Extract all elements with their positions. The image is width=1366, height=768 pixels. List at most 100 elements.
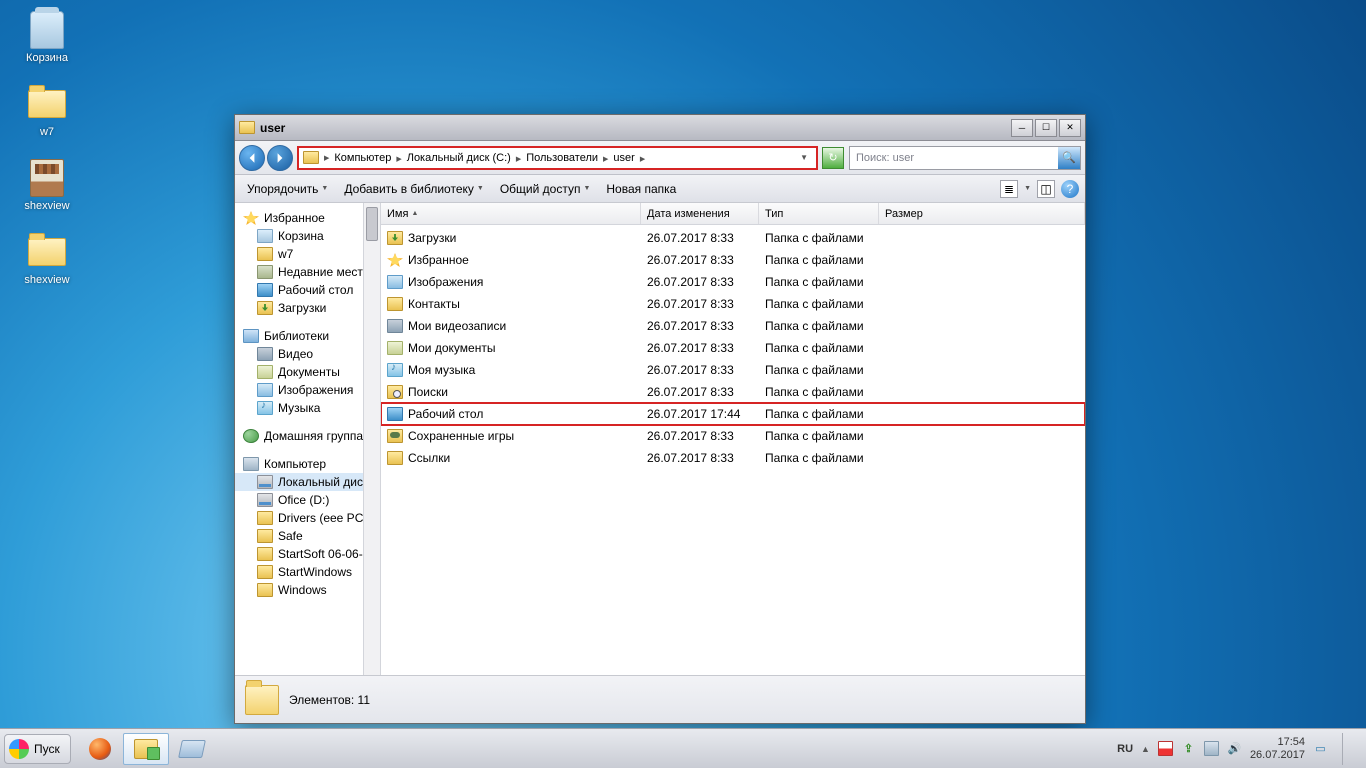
hdd-icon <box>257 475 273 489</box>
desk-icon <box>387 407 403 421</box>
pc-icon <box>243 457 259 471</box>
taskbar-explorer[interactable] <box>123 733 169 765</box>
file-type: Папка с файлами <box>759 363 879 377</box>
forward-button[interactable] <box>267 145 293 171</box>
action-center-icon[interactable] <box>1158 741 1173 756</box>
address-bar[interactable]: ▶ Компьютер▶Локальный диск (C:)▶Пользова… <box>297 146 818 170</box>
language-indicator[interactable]: RU <box>1117 743 1133 755</box>
game-icon <box>387 429 403 443</box>
column-size[interactable]: Размер <box>879 203 1085 224</box>
add-to-library-button[interactable]: Добавить в библиотеку▼ <box>338 179 489 199</box>
close-button[interactable]: ✕ <box>1059 119 1081 137</box>
nav-item[interactable]: Недавние места <box>235 263 380 281</box>
navigation-pane: ИзбранноеКорзинаw7Недавние местаРабочий … <box>235 203 381 675</box>
safely-remove-icon[interactable]: ⇪ <box>1181 741 1196 756</box>
nav-item[interactable]: Музыка <box>235 399 380 417</box>
file-row[interactable]: Загрузки 26.07.2017 8:33 Папка с файлами <box>381 227 1085 249</box>
nav-group-libraries[interactable]: Библиотеки <box>235 327 380 345</box>
nav-group-computer[interactable]: Компьютер <box>235 455 380 473</box>
taskbar-firefox[interactable] <box>77 733 123 765</box>
caret-icon[interactable]: ▶ <box>601 156 610 163</box>
help-button[interactable]: ? <box>1061 180 1079 198</box>
preview-pane-button[interactable]: ◫ <box>1037 180 1055 198</box>
nav-item[interactable]: Корзина <box>235 227 380 245</box>
desktop-icon-shexview[interactable]: shexview <box>12 158 82 212</box>
nav-item[interactable]: StartSoft 06-06- <box>235 545 380 563</box>
file-row[interactable]: Контакты 26.07.2017 8:33 Папка с файлами <box>381 293 1085 315</box>
navbar: ▶ Компьютер▶Локальный диск (C:)▶Пользова… <box>235 141 1085 175</box>
breadcrumb[interactable]: Компьютер <box>331 152 394 164</box>
column-date[interactable]: Дата изменения <box>641 203 759 224</box>
breadcrumb[interactable]: user <box>610 152 637 164</box>
nav-group-favorites[interactable]: Избранное <box>235 209 380 227</box>
mus-icon <box>387 363 403 377</box>
file-row[interactable]: Рабочий стол 26.07.2017 17:44 Папка с фа… <box>381 403 1085 425</box>
explorer-icon <box>134 739 158 759</box>
nav-item[interactable]: Windows <box>235 581 380 599</box>
tray-overflow-icon[interactable]: ▭ <box>1313 741 1328 756</box>
file-row[interactable]: Мои документы 26.07.2017 8:33 Папка с фа… <box>381 337 1085 359</box>
caret-icon[interactable]: ▶ <box>514 156 523 163</box>
file-row[interactable]: Моя музыка 26.07.2017 8:33 Папка с файла… <box>381 359 1085 381</box>
scrollbar-thumb[interactable] <box>366 207 378 241</box>
file-row[interactable]: Избранное 26.07.2017 8:33 Папка с файлам… <box>381 249 1085 271</box>
switcher-icon <box>178 740 206 758</box>
back-button[interactable] <box>239 145 265 171</box>
minimize-button[interactable]: ─ <box>1011 119 1033 137</box>
nav-item[interactable]: Рабочий стол <box>235 281 380 299</box>
file-row[interactable]: Изображения 26.07.2017 8:33 Папка с файл… <box>381 271 1085 293</box>
share-button[interactable]: Общий доступ▼ <box>494 179 597 199</box>
file-row[interactable]: Сохраненные игры 26.07.2017 8:33 Папка с… <box>381 425 1085 447</box>
arrange-button[interactable]: Упорядочить▼ <box>241 179 334 199</box>
star-icon <box>387 253 403 267</box>
file-row[interactable]: Ссылки 26.07.2017 8:33 Папка с файлами <box>381 447 1085 469</box>
desktop-icon-recycle-bin[interactable]: Корзина <box>12 10 82 64</box>
new-folder-button[interactable]: Новая папка <box>600 179 682 199</box>
fold-icon <box>257 583 273 597</box>
nav-item[interactable]: w7 <box>235 245 380 263</box>
show-desktop-button[interactable] <box>1342 733 1356 765</box>
caret-icon[interactable]: ▶ <box>394 156 403 163</box>
nav-item[interactable]: Документы <box>235 363 380 381</box>
search-icon[interactable]: 🔍 <box>1058 147 1080 169</box>
clock[interactable]: 17:54 26.07.2017 <box>1250 736 1305 762</box>
titlebar[interactable]: user ─ ☐ ✕ <box>235 115 1085 141</box>
fold-icon <box>257 511 273 525</box>
vid-icon <box>257 347 273 361</box>
nav-item[interactable]: Ofice (D:) <box>235 491 380 509</box>
taskbar-switcher[interactable] <box>169 733 215 765</box>
nav-item[interactable]: Локальный диск ( <box>235 473 380 491</box>
caret-icon[interactable]: ▶ <box>638 156 647 163</box>
search-box[interactable]: Поиск: user 🔍 <box>849 146 1081 170</box>
view-button[interactable]: ≣ <box>1000 180 1018 198</box>
address-dropdown[interactable]: ▼ <box>794 153 814 162</box>
breadcrumb[interactable]: Локальный диск (C:) <box>404 152 514 164</box>
file-row[interactable]: Поиски 26.07.2017 8:33 Папка с файлами <box>381 381 1085 403</box>
sound-icon[interactable]: 🔊 <box>1227 741 1242 756</box>
breadcrumb[interactable]: Пользователи <box>523 152 601 164</box>
status-text: Элементов: 11 <box>289 693 370 707</box>
desktop-icon-label: w7 <box>40 126 54 138</box>
maximize-button[interactable]: ☐ <box>1035 119 1057 137</box>
nav-item[interactable]: Drivers (eee PC <box>235 509 380 527</box>
column-type[interactable]: Тип <box>759 203 879 224</box>
file-date: 26.07.2017 8:33 <box>641 319 759 333</box>
network-icon[interactable] <box>1204 741 1219 756</box>
desktop-icon-folder-w7[interactable]: w7 <box>12 84 82 138</box>
refresh-button[interactable]: ↻ <box>822 147 844 169</box>
nav-item[interactable]: StartWindows <box>235 563 380 581</box>
tray-expand-icon[interactable]: ▲ <box>1141 744 1150 754</box>
start-button[interactable]: Пуск <box>4 734 71 764</box>
nav-item[interactable]: Загрузки <box>235 299 380 317</box>
desktop-icon-folder-shexview[interactable]: shexview <box>12 232 82 286</box>
file-name: Рабочий стол <box>408 407 483 421</box>
file-row[interactable]: Мои видеозаписи 26.07.2017 8:33 Папка с … <box>381 315 1085 337</box>
nav-group-homegroup[interactable]: Домашняя группа <box>235 427 380 445</box>
file-type: Папка с файлами <box>759 385 879 399</box>
desk-icon <box>257 283 273 297</box>
column-name[interactable]: Имя▲ <box>381 203 641 224</box>
nav-item[interactable]: Safe <box>235 527 380 545</box>
file-date: 26.07.2017 8:33 <box>641 385 759 399</box>
nav-item[interactable]: Изображения <box>235 381 380 399</box>
nav-item[interactable]: Видео <box>235 345 380 363</box>
